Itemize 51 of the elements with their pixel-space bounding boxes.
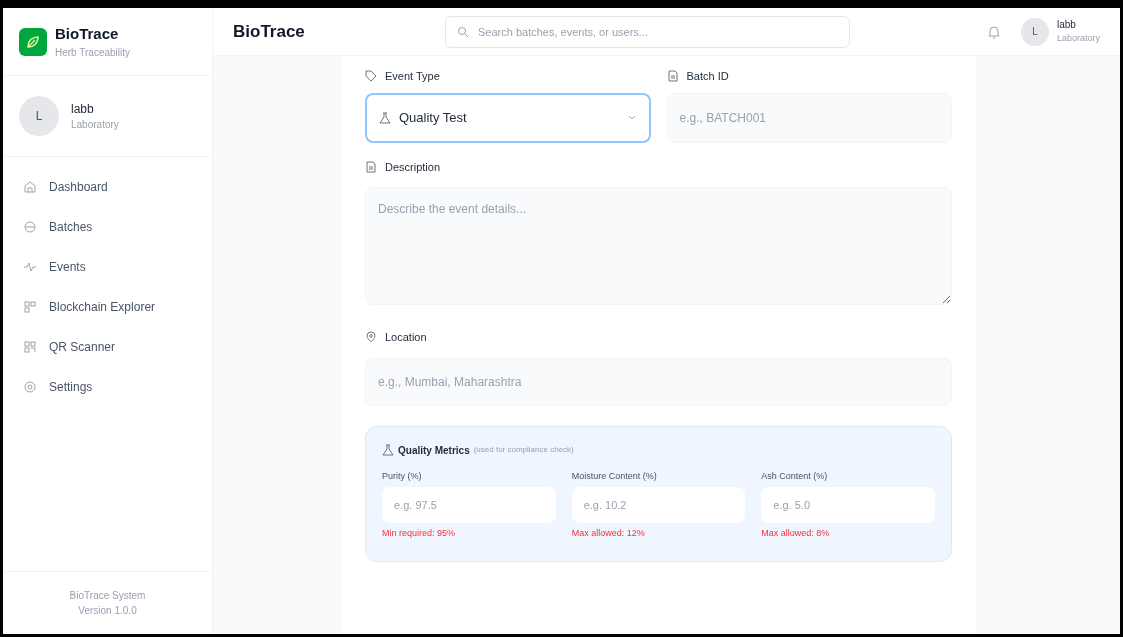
brand-name: BioTrace [55,23,120,44]
field-hint: Max allowed: 12% [571,527,646,540]
nav-item[interactable]: Blockchain Explorer [15,289,200,325]
field-label: Description [385,159,441,175]
qr-code-icon [23,340,37,354]
nav-item[interactable]: Events [15,249,200,285]
nav-item[interactable]: Dashboard [15,169,200,205]
field-hint: Min required: 95% [382,527,457,540]
notification-bell-icon[interactable] [986,23,1001,40]
nav-item[interactable]: QR Scanner [15,329,200,365]
field-label: Batch ID [686,69,729,84]
system-name: BioTrace System [69,589,146,603]
brand-tagline: Herb Traceability [55,46,131,61]
user-avatar[interactable]: L [1020,17,1049,46]
metric-field[interactable]: e.g. 97.5 [382,487,556,523]
metric-field[interactable]: e.g. 5.0 [761,487,935,523]
leaf-logo-icon [19,27,47,56]
field-label: Moisture Content (%) [571,469,658,483]
user-avatar: L [19,96,59,136]
field-label: Location [385,330,427,345]
description-field[interactable]: Describe the event details... [365,187,952,305]
search-icon [457,25,469,38]
nav-item[interactable]: Batches [15,209,200,245]
field-label: Event Type [385,69,440,84]
user-role: Laboratory [1056,32,1100,46]
page-title: BioTrace [233,20,306,43]
location-pin-icon [365,331,377,344]
user-name: labb [71,100,95,117]
document-icon [666,70,679,83]
field-label: Ash Content (%) [761,469,829,483]
batch-id-field[interactable]: e.g., BATCH001 [666,92,952,143]
settings-icon [23,380,37,394]
location-field[interactable]: e.g., Mumbai, Maharashtra [365,357,952,406]
field-label: Purity (%) [382,469,423,483]
event-type-dropdown[interactable]: Quality Test [365,92,651,143]
tag-icon [365,70,377,83]
field-hint: Max allowed: 8% [761,527,831,540]
blocks-icon [23,300,37,314]
search-field[interactable]: Search batches, events, or users... [445,15,850,48]
nav-item[interactable]: Settings [15,369,200,405]
pulse-icon [23,260,37,274]
metric-field[interactable]: e.g. 10.2 [571,487,746,523]
user-role: Laboratory [71,117,119,132]
document-icon [365,160,377,173]
section-note: (used for compliance check) [473,444,574,456]
user-name: labb [1056,18,1077,33]
home-icon [23,180,37,194]
section-title: Quality Metrics [398,443,470,458]
flask-icon [382,444,394,456]
version-label: Version 1.0.0 [78,604,137,618]
flask-icon [379,111,391,124]
